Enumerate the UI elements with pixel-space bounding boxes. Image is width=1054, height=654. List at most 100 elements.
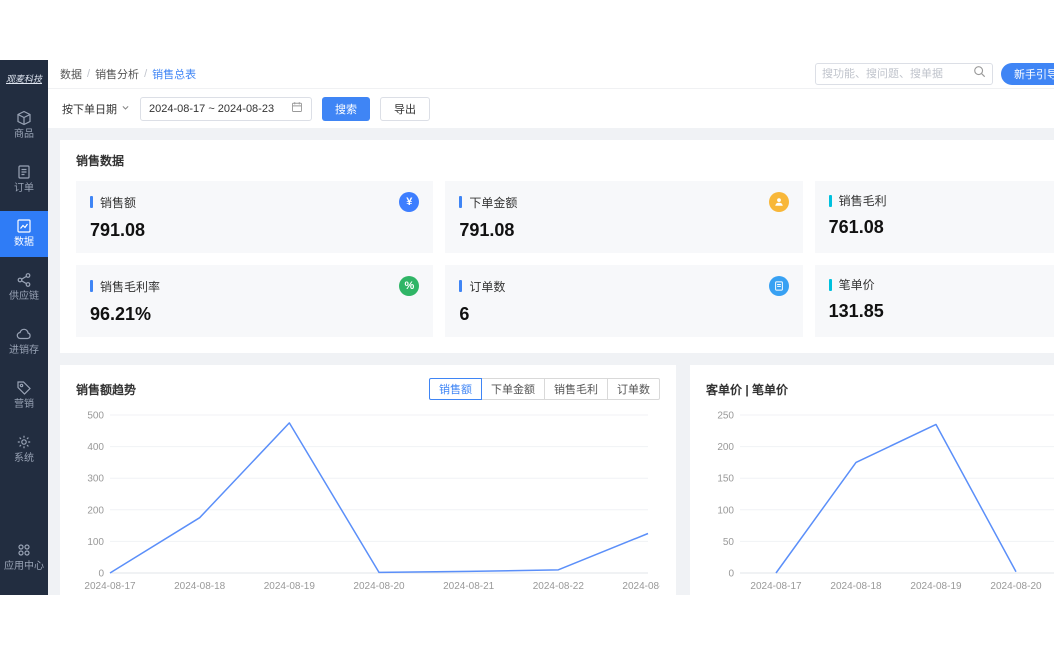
tab-gross-profit[interactable]: 销售毛利 xyxy=(544,378,608,400)
search-button[interactable]: 搜索 xyxy=(322,97,370,121)
export-button[interactable]: 导出 xyxy=(380,97,430,121)
svg-text:200: 200 xyxy=(87,505,104,516)
svg-text:200: 200 xyxy=(717,442,734,453)
stat-value: 6 xyxy=(459,304,788,325)
sidebar-item-orders[interactable]: 订单 xyxy=(0,157,48,203)
breadcrumb-separator: / xyxy=(144,68,147,80)
svg-text:0: 0 xyxy=(728,569,734,580)
orders-icon xyxy=(0,164,48,180)
svg-text:2024-08-22: 2024-08-22 xyxy=(533,581,585,592)
svg-text:2024-08-19: 2024-08-19 xyxy=(264,581,316,592)
breadcrumb-item-sales-analysis[interactable]: 销售分析 xyxy=(95,66,139,82)
sidebar-item-inventory[interactable]: 进销存 xyxy=(0,319,48,365)
app-window: 观麦科技 商品 订单 数据 供应链 进销存 xyxy=(0,60,1054,595)
topbar: 数据 / 销售分析 / 销售总表 新手引导 xyxy=(48,60,1054,88)
svg-text:50: 50 xyxy=(723,537,735,548)
svg-text:2024-08-18: 2024-08-18 xyxy=(174,581,226,592)
date-range-value: 2024-08-17 ~ 2024-08-23 xyxy=(149,103,274,115)
stat-tile-gross-profit: 销售毛利 761.08 xyxy=(815,181,1054,253)
svg-text:150: 150 xyxy=(717,474,734,485)
price-chart: 0 50 100 150 200 250 2024-08-17 2024-08-18 2024-… xyxy=(706,405,1054,595)
accent-bar xyxy=(90,280,93,292)
stat-tile-sales-amount: 销售额 ¥ 791.08 xyxy=(76,181,433,253)
chart-title: 销售额趋势 xyxy=(76,381,136,398)
sidebar-item-label: 商品 xyxy=(14,129,34,140)
sidebar-item-app-center[interactable]: 应用中心 xyxy=(0,535,48,581)
accent-bar xyxy=(459,280,462,292)
svg-text:250: 250 xyxy=(717,411,734,422)
yuan-badge-icon: ¥ xyxy=(399,192,419,212)
sales-data-panel: 销售数据 销售额 ¥ 791.08 xyxy=(60,140,1054,353)
svg-text:100: 100 xyxy=(87,537,104,548)
calendar-icon xyxy=(291,101,303,116)
accent-bar xyxy=(829,279,832,291)
sidebar-item-label: 营销 xyxy=(14,399,34,410)
svg-text:100: 100 xyxy=(717,505,734,516)
svg-text:400: 400 xyxy=(87,442,104,453)
sidebar-item-label: 订单 xyxy=(14,183,34,194)
search-input[interactable] xyxy=(822,68,973,80)
tab-order-count[interactable]: 订单数 xyxy=(607,378,660,400)
stat-label: 销售毛利 xyxy=(839,192,1054,209)
sales-trend-chart: 0 100 200 300 400 500 2024-08-17 2024-08-18 2024… xyxy=(76,405,660,595)
stat-label: 下单金额 xyxy=(469,194,768,211)
search-icon[interactable] xyxy=(973,65,986,83)
breadcrumb-item-data[interactable]: 数据 xyxy=(60,66,82,82)
newbie-guide-button[interactable]: 新手引导 xyxy=(1001,63,1054,85)
inventory-icon xyxy=(0,326,48,342)
sidebar-item-marketing[interactable]: 营销 xyxy=(0,373,48,419)
topbar-right: 新手引导 xyxy=(815,63,1054,85)
svg-text:2024-08-17: 2024-08-17 xyxy=(84,581,136,592)
percent-badge-icon: % xyxy=(399,276,419,296)
stat-label: 销售额 xyxy=(100,194,399,211)
svg-text:0: 0 xyxy=(98,569,104,580)
date-range-picker[interactable]: 2024-08-17 ~ 2024-08-23 xyxy=(140,97,312,121)
svg-text:2024-08-20: 2024-08-20 xyxy=(990,581,1042,592)
sidebar-item-goods[interactable]: 商品 xyxy=(0,103,48,149)
svg-text:300: 300 xyxy=(87,474,104,485)
sidebar-item-system[interactable]: 系统 xyxy=(0,427,48,473)
screenshot-viewport: 观麦科技 商品 订单 数据 供应链 进销存 xyxy=(0,0,1054,654)
data-icon xyxy=(0,218,48,234)
sidebar-item-label: 系统 xyxy=(14,453,34,464)
main-area: 数据 / 销售分析 / 销售总表 新手引导 按下单日期 xyxy=(48,60,1054,595)
date-type-label: 按下单日期 xyxy=(62,101,117,117)
content: 销售数据 销售额 ¥ 791.08 xyxy=(48,128,1054,595)
date-type-select[interactable]: 按下单日期 xyxy=(62,101,130,117)
chevron-down-icon xyxy=(121,103,130,115)
marketing-icon xyxy=(0,380,48,396)
apps-icon xyxy=(0,542,48,558)
sidebar-item-label: 供应链 xyxy=(9,291,39,302)
sidebar-item-label: 数据 xyxy=(14,237,34,248)
metric-tab-group: 销售额 下单金额 销售毛利 订单数 xyxy=(429,378,660,400)
chart-title: 客单价 | 笔单价 xyxy=(706,381,788,398)
svg-text:2024-08-21: 2024-08-21 xyxy=(443,581,495,592)
accent-bar xyxy=(459,196,462,208)
sidebar-item-label: 进销存 xyxy=(9,345,39,356)
svg-text:500: 500 xyxy=(87,411,104,422)
breadcrumb-separator: / xyxy=(87,68,90,80)
tab-order-amount[interactable]: 下单金额 xyxy=(481,378,545,400)
sidebar-item-supply-chain[interactable]: 供应链 xyxy=(0,265,48,311)
stat-label: 笔单价 xyxy=(839,276,1054,293)
stat-value: 761.08 xyxy=(829,217,1054,238)
svg-text:2024-08-23: 2024-08-23 xyxy=(622,581,660,592)
stat-tile-grid: 销售额 ¥ 791.08 下单金额 791.08 xyxy=(76,181,1054,337)
svg-text:2024-08-19: 2024-08-19 xyxy=(910,581,962,592)
sidebar-item-data[interactable]: 数据 xyxy=(0,211,48,257)
filterbar: 按下单日期 2024-08-17 ~ 2024-08-23 搜索 导出 xyxy=(48,88,1054,128)
svg-text:2024-08-18: 2024-08-18 xyxy=(830,581,882,592)
system-icon xyxy=(0,434,48,450)
stat-value: 791.08 xyxy=(90,220,419,241)
sidebar-item-label: 应用中心 xyxy=(4,561,44,572)
stat-value: 791.08 xyxy=(459,220,788,241)
stat-tile-order-amount: 下单金额 791.08 xyxy=(445,181,802,253)
sales-trend-card: 销售额趋势 销售额 下单金额 销售毛利 订单数 0 100 200 300 400 500… xyxy=(60,365,676,595)
stat-value: 96.21% xyxy=(90,304,419,325)
tab-sales-amount[interactable]: 销售额 xyxy=(429,378,482,400)
accent-bar xyxy=(829,195,832,207)
svg-text:2024-08-17: 2024-08-17 xyxy=(750,581,802,592)
brand-logo[interactable]: 观麦科技 xyxy=(4,60,44,95)
price-per-order-card: 客单价 | 笔单价 0 50 100 150 200 250 2024-08-17 2024-… xyxy=(690,365,1054,595)
global-search xyxy=(815,63,993,85)
